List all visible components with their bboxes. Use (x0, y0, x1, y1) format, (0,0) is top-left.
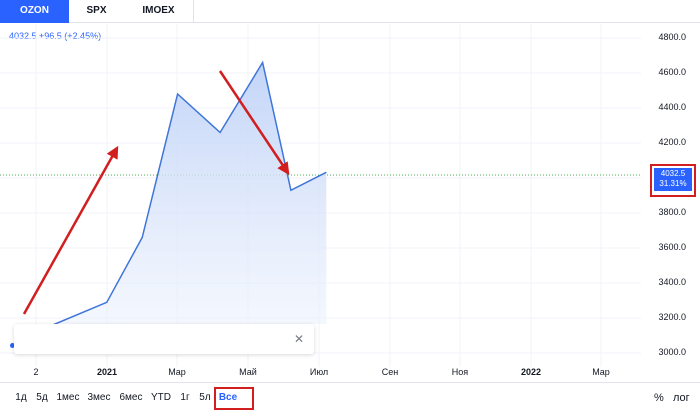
symbol-tabs: OZON SPX IMOEX (0, 0, 700, 24)
range-button-4[interactable]: 6мес (120, 392, 143, 403)
price-tick-label: 4600.0 (658, 67, 686, 77)
price-tick-label: 3400.0 (658, 277, 686, 287)
range-button-7[interactable]: 5л (199, 392, 210, 403)
range-button-1[interactable]: 5д (36, 392, 47, 403)
price-tick-label: 4200.0 (658, 137, 686, 147)
price-tick-label: 3200.0 (658, 312, 686, 322)
price-tick-label: 3800.0 (658, 207, 686, 217)
range-button-3[interactable]: 3мес (88, 392, 111, 403)
price-chart[interactable] (0, 24, 641, 367)
price-tick-label: 3000.0 (658, 347, 686, 357)
time-axis[interactable]: 2 2021 Мар Май Июл Сен Ноя 2022 Мар (0, 367, 640, 381)
uptrend-arrow (22, 145, 119, 315)
close-icon[interactable]: ✕ (294, 332, 304, 346)
info-tooltip: ✕ (14, 324, 314, 354)
price-axis[interactable]: 4800.04600.04400.04200.04000.03800.03600… (641, 24, 700, 378)
range-button-6[interactable]: 1г (180, 392, 189, 403)
time-tick-label: Ноя (451, 367, 469, 377)
time-tick-label: Май (239, 367, 257, 377)
price-tick-label: 3600.0 (658, 242, 686, 252)
tabs-divider (193, 22, 700, 23)
log-scale-toggle[interactable]: лог (673, 392, 690, 404)
tab-imoex[interactable]: IMOEX (124, 0, 194, 23)
range-button-5[interactable]: YTD (151, 392, 171, 403)
time-tick-label: Июл (309, 367, 329, 377)
price-area (36, 62, 327, 332)
price-tick-label: 4800.0 (658, 32, 686, 42)
range-button-0[interactable]: 1д (15, 392, 26, 403)
range-button-2[interactable]: 1мес (57, 392, 80, 403)
time-tick-label: Мар (592, 367, 610, 377)
time-tick-label: 2 (33, 367, 39, 377)
time-tick-label: Сен (381, 367, 399, 377)
time-tick-label: 2021 (96, 367, 118, 377)
time-tick-label: Мар (168, 367, 186, 377)
range-all-highlight (214, 387, 254, 410)
price-tick-label: 4400.0 (658, 102, 686, 112)
tab-spx[interactable]: SPX (69, 0, 125, 23)
price-badge-highlight (650, 164, 696, 197)
percent-scale-toggle[interactable]: % (654, 392, 664, 404)
bottom-divider (0, 382, 700, 383)
time-tick-label: 2022 (520, 367, 542, 377)
tab-ozon[interactable]: OZON (0, 0, 70, 23)
